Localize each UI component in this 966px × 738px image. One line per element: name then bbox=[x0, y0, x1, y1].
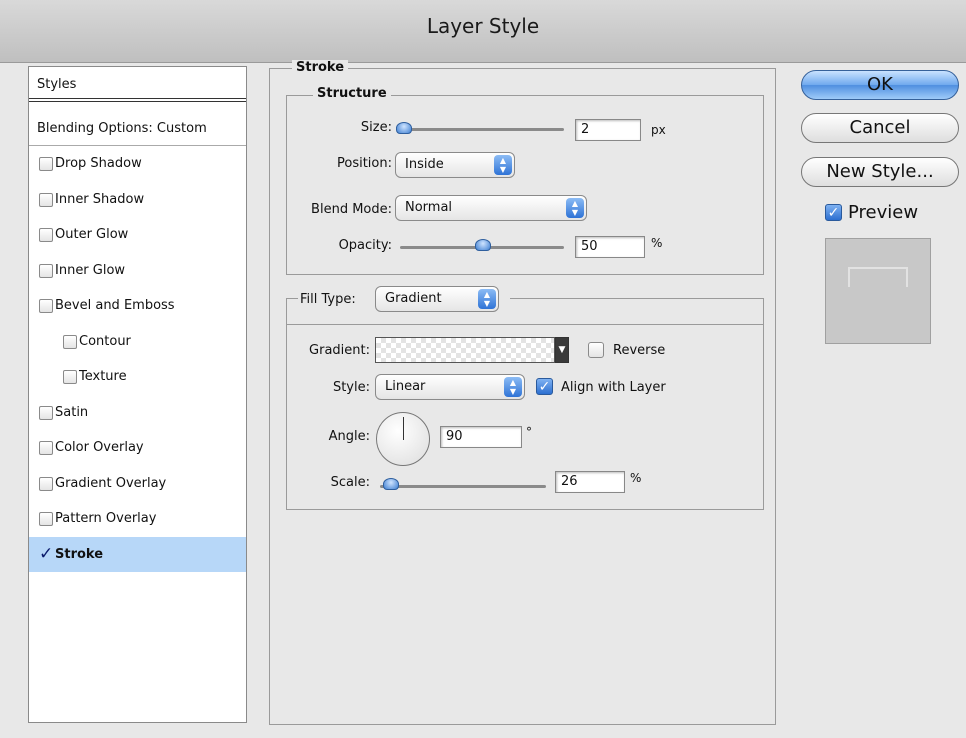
preview-shape bbox=[848, 267, 908, 287]
scale-slider-thumb[interactable] bbox=[382, 478, 399, 490]
style-item-label: Pattern Overlay bbox=[55, 511, 157, 526]
ok-button[interactable]: OK bbox=[801, 70, 959, 100]
layer-style-dialog: Layer Style Styles Blending Options: Cus… bbox=[0, 0, 966, 738]
up-down-arrows-icon: ▲ ▼ bbox=[504, 377, 522, 397]
size-slider-track[interactable] bbox=[400, 128, 564, 131]
style-item-contour[interactable]: Contour bbox=[29, 324, 246, 359]
style-checkbox[interactable] bbox=[39, 192, 53, 207]
angle-dial[interactable] bbox=[376, 412, 430, 466]
style-checkbox[interactable] bbox=[39, 512, 53, 526]
styles-list: Styles Blending Options: Custom Drop Sha… bbox=[28, 66, 247, 723]
style-checkbox[interactable] bbox=[39, 228, 53, 242]
opacity-input[interactable]: 50 bbox=[575, 236, 645, 258]
style-item-satin[interactable]: Satin bbox=[29, 395, 246, 430]
checkmark-icon: ✓ bbox=[827, 205, 840, 221]
preview-checkbox[interactable]: ✓ bbox=[825, 204, 842, 221]
up-down-arrows-icon: ▲ ▼ bbox=[566, 198, 584, 218]
up-down-arrows-icon: ▲ ▼ bbox=[478, 289, 496, 309]
style-item-label: Gradient Overlay bbox=[55, 475, 167, 491]
scale-unit: % bbox=[630, 471, 642, 485]
style-item-label: Contour bbox=[79, 333, 131, 349]
title-bar[interactable]: Layer Style bbox=[0, 0, 966, 63]
blend-mode-select[interactable]: Normal ▲ ▼ bbox=[395, 195, 587, 221]
position-label: Position: bbox=[337, 156, 392, 171]
style-checkbox[interactable] bbox=[39, 441, 53, 455]
size-unit: px bbox=[651, 123, 666, 137]
blend-mode-label: Blend Mode: bbox=[311, 202, 392, 217]
fill-type-label: Fill Type: bbox=[300, 292, 356, 307]
style-item-color-overlay[interactable]: Color Overlay bbox=[29, 430, 246, 465]
blend-mode-value: Normal bbox=[405, 200, 453, 215]
style-checkbox[interactable] bbox=[63, 370, 77, 384]
fill-type-divider bbox=[287, 324, 763, 325]
checkmark-icon: ✓ bbox=[538, 379, 551, 395]
style-value: Linear bbox=[385, 379, 426, 394]
preview-thumbnail bbox=[825, 238, 931, 344]
style-item-stroke[interactable]: ✓ Stroke bbox=[29, 536, 246, 572]
window-title: Layer Style bbox=[426, 14, 540, 38]
style-item-bevel-and-emboss[interactable]: Bevel and Emboss bbox=[29, 288, 246, 323]
style-item-label: Bevel and Emboss bbox=[55, 298, 175, 313]
preview-label: Preview bbox=[848, 202, 919, 223]
angle-input[interactable]: 90 bbox=[440, 426, 522, 448]
style-item-label: Satin bbox=[55, 404, 89, 420]
up-down-arrows-icon: ▲ ▼ bbox=[494, 155, 512, 175]
reverse-checkbox[interactable] bbox=[588, 342, 604, 358]
stroke-legend: Stroke bbox=[292, 60, 349, 75]
style-item-label: Inner Glow bbox=[55, 262, 126, 278]
scale-input[interactable]: 26 bbox=[555, 471, 625, 493]
new-style-button[interactable]: New Style... bbox=[801, 157, 959, 187]
structure-legend: Structure bbox=[313, 86, 391, 101]
style-checkbox[interactable] bbox=[39, 405, 53, 420]
style-select[interactable]: Linear ▲ ▼ bbox=[375, 374, 525, 400]
style-item-label: Drop Shadow bbox=[55, 156, 142, 171]
style-checkbox[interactable] bbox=[63, 334, 77, 349]
style-checkbox[interactable] bbox=[39, 476, 53, 491]
style-checkbox[interactable] bbox=[39, 157, 53, 171]
checkmark-icon[interactable]: ✓ bbox=[39, 545, 53, 563]
style-label: Style: bbox=[332, 380, 370, 395]
fill-type-select[interactable]: Gradient ▲ ▼ bbox=[375, 286, 499, 312]
angle-label: Angle: bbox=[328, 429, 370, 444]
style-item-inner-shadow[interactable]: Inner Shadow bbox=[29, 182, 246, 217]
triangle-down-icon[interactable]: ▼ bbox=[555, 337, 569, 363]
blending-options-item[interactable]: Blending Options: Custom bbox=[29, 111, 246, 146]
angle-indicator bbox=[403, 417, 404, 440]
position-select[interactable]: Inside ▲ ▼ bbox=[395, 152, 515, 178]
style-item-pattern-overlay[interactable]: Pattern Overlay bbox=[29, 501, 246, 536]
style-item-inner-glow[interactable]: Inner Glow bbox=[29, 253, 246, 288]
style-item-texture[interactable]: Texture bbox=[29, 359, 246, 394]
style-item-drop-shadow[interactable]: Drop Shadow bbox=[29, 146, 246, 181]
gradient-label: Gradient: bbox=[309, 343, 370, 358]
cancel-button[interactable]: Cancel bbox=[801, 113, 959, 143]
styles-header-label: Styles bbox=[37, 77, 77, 92]
position-value: Inside bbox=[405, 157, 444, 172]
angle-unit: ° bbox=[526, 425, 532, 439]
style-item-label: Outer Glow bbox=[55, 227, 129, 242]
style-item-outer-glow[interactable]: Outer Glow bbox=[29, 217, 246, 252]
size-input[interactable]: 2 bbox=[575, 119, 641, 141]
blending-options-label: Blending Options: Custom bbox=[37, 121, 207, 136]
opacity-unit: % bbox=[651, 236, 663, 250]
size-slider-thumb[interactable] bbox=[396, 122, 413, 134]
style-item-label: Color Overlay bbox=[55, 440, 144, 455]
style-item-label: Inner Shadow bbox=[55, 191, 145, 207]
styles-header[interactable]: Styles bbox=[29, 67, 246, 102]
scale-label: Scale: bbox=[330, 475, 370, 490]
style-item-gradient-overlay[interactable]: Gradient Overlay bbox=[29, 466, 246, 501]
gradient-swatch[interactable] bbox=[375, 337, 555, 363]
style-item-label: Texture bbox=[79, 369, 127, 384]
style-checkbox[interactable] bbox=[39, 263, 53, 278]
style-item-label: Stroke bbox=[55, 546, 104, 562]
size-label: Size: bbox=[360, 120, 392, 135]
opacity-slider-thumb[interactable] bbox=[475, 239, 491, 251]
style-checkbox[interactable] bbox=[39, 299, 53, 313]
reverse-label: Reverse bbox=[613, 343, 666, 358]
fill-type-value: Gradient bbox=[385, 291, 442, 306]
opacity-label: Opacity: bbox=[338, 238, 392, 253]
align-with-layer-checkbox[interactable]: ✓ bbox=[536, 378, 553, 395]
align-with-layer-label: Align with Layer bbox=[561, 380, 666, 395]
scale-slider-track[interactable] bbox=[380, 485, 546, 488]
